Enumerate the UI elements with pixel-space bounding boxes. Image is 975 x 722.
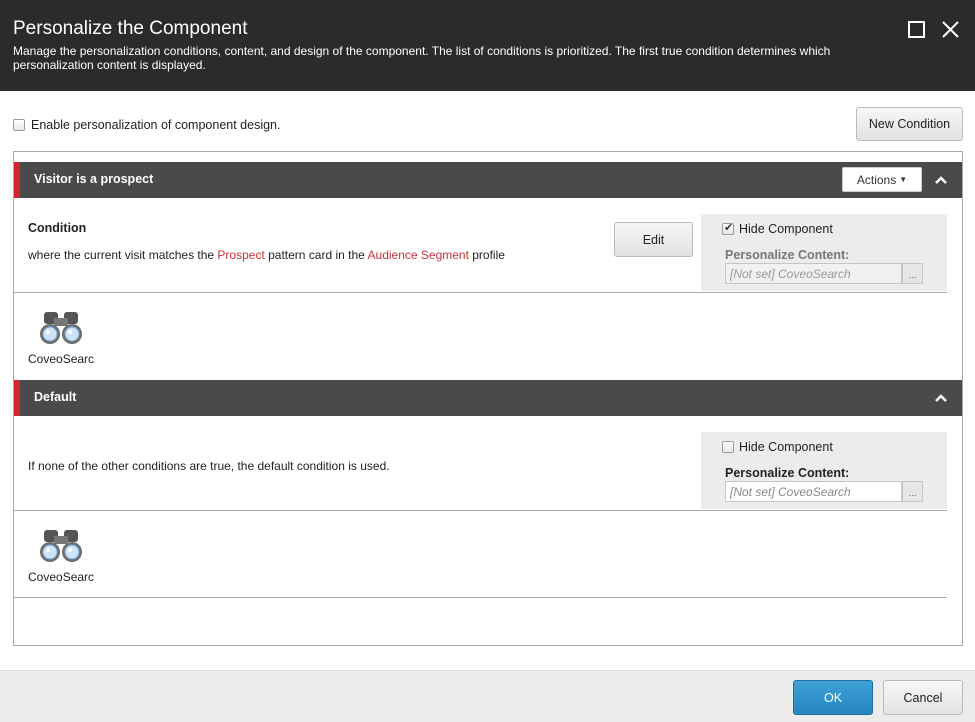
- personalize-content-field[interactable]: [Not set] CoveoSearch: [725, 481, 902, 502]
- hide-component-row[interactable]: Hide Component: [722, 440, 833, 454]
- chevron-up-icon[interactable]: [933, 390, 949, 406]
- new-condition-button[interactable]: New Condition: [856, 107, 963, 141]
- enable-design-checkbox[interactable]: [13, 119, 25, 131]
- audience-segment-link[interactable]: Audience Segment: [368, 248, 469, 262]
- component-preview: CoveoSearch: [28, 310, 94, 366]
- personalize-options: Hide Component Personalize Content: [Not…: [701, 214, 947, 291]
- component-name: CoveoSearch: [28, 352, 94, 366]
- actions-label: Actions: [856, 172, 897, 187]
- condition-header-default[interactable]: Default: [14, 380, 962, 416]
- default-condition-text: If none of the other conditions are true…: [28, 459, 390, 473]
- hide-component-label: Hide Component: [739, 440, 833, 454]
- chevron-up-icon[interactable]: [933, 172, 949, 188]
- condition-rule: where the current visit matches the Pros…: [28, 248, 505, 262]
- divider: [14, 597, 947, 598]
- caret-down-icon: ▼: [899, 175, 908, 184]
- divider: [14, 510, 947, 511]
- close-icon[interactable]: [940, 19, 962, 41]
- actions-dropdown[interactable]: Actions ▼: [842, 167, 922, 192]
- rule-text: where the current visit matches the: [28, 248, 218, 262]
- enable-design-row[interactable]: Enable personalization of component desi…: [13, 118, 280, 132]
- browse-button[interactable]: ...: [902, 481, 923, 502]
- hide-component-label: Hide Component: [739, 222, 833, 236]
- personalize-content-field: [Not set] CoveoSearch: [725, 263, 902, 284]
- enable-design-label: Enable personalization of component desi…: [31, 118, 281, 132]
- hide-component-checkbox[interactable]: [722, 221, 734, 235]
- binoculars-icon: [40, 312, 82, 344]
- cancel-button[interactable]: Cancel: [883, 680, 963, 715]
- condition-heading: Condition: [28, 221, 87, 235]
- condition-name: Visitor is a prospect: [34, 172, 154, 186]
- dialog-footer: OK Cancel: [0, 670, 975, 722]
- conditions-panel: Visitor is a prospect Actions ▼ Conditio…: [13, 151, 963, 646]
- binoculars-icon: [40, 530, 82, 562]
- browse-button: ...: [902, 263, 923, 284]
- personalize-options: Hide Component Personalize Content: [Not…: [701, 432, 947, 509]
- hide-component-row[interactable]: Hide Component: [722, 221, 833, 236]
- condition-name: Default: [34, 390, 77, 404]
- dialog-titlebar: Personalize the Component Manage the per…: [0, 0, 975, 91]
- personalize-content-label: Personalize Content:: [725, 466, 850, 480]
- dialog-description: Manage the personalization conditions, c…: [13, 44, 831, 72]
- component-name: CoveoSearch: [28, 570, 94, 584]
- condition-header-prospect[interactable]: Visitor is a prospect Actions ▼: [14, 162, 962, 198]
- ok-button[interactable]: OK: [793, 680, 873, 715]
- maximize-icon[interactable]: [906, 19, 928, 41]
- edit-button[interactable]: Edit: [614, 222, 693, 257]
- component-preview: CoveoSearch: [28, 528, 94, 584]
- hide-component-checkbox[interactable]: [722, 441, 734, 453]
- rule-text: profile: [468, 248, 505, 262]
- personalize-content-label: Personalize Content:: [725, 248, 850, 262]
- prospect-link[interactable]: Prospect: [217, 248, 264, 262]
- dialog-title: Personalize the Component: [13, 18, 248, 39]
- rule-text: pattern card in the: [264, 248, 368, 262]
- divider: [14, 292, 947, 293]
